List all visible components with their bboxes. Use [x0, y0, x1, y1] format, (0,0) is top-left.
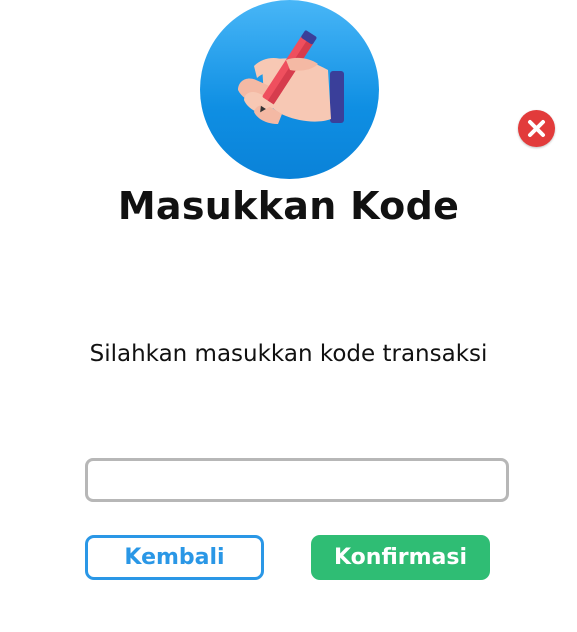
back-button-label: Kembali: [124, 545, 225, 570]
confirm-button-label: Konfirmasi: [334, 545, 467, 570]
close-button[interactable]: [518, 110, 555, 147]
transaction-code-input[interactable]: [85, 458, 509, 502]
dialog-subtitle: Silahkan masukkan kode transaksi: [89, 341, 488, 367]
dialog-title: Masukkan Kode: [117, 184, 460, 228]
hand-writing-pencil-icon: [200, 0, 379, 179]
close-icon: [528, 120, 545, 137]
back-button[interactable]: Kembali: [85, 535, 264, 580]
code-entry-dialog: Masukkan Kode Silahkan masukkan kode tra…: [0, 0, 577, 632]
confirm-button[interactable]: Konfirmasi: [311, 535, 490, 580]
